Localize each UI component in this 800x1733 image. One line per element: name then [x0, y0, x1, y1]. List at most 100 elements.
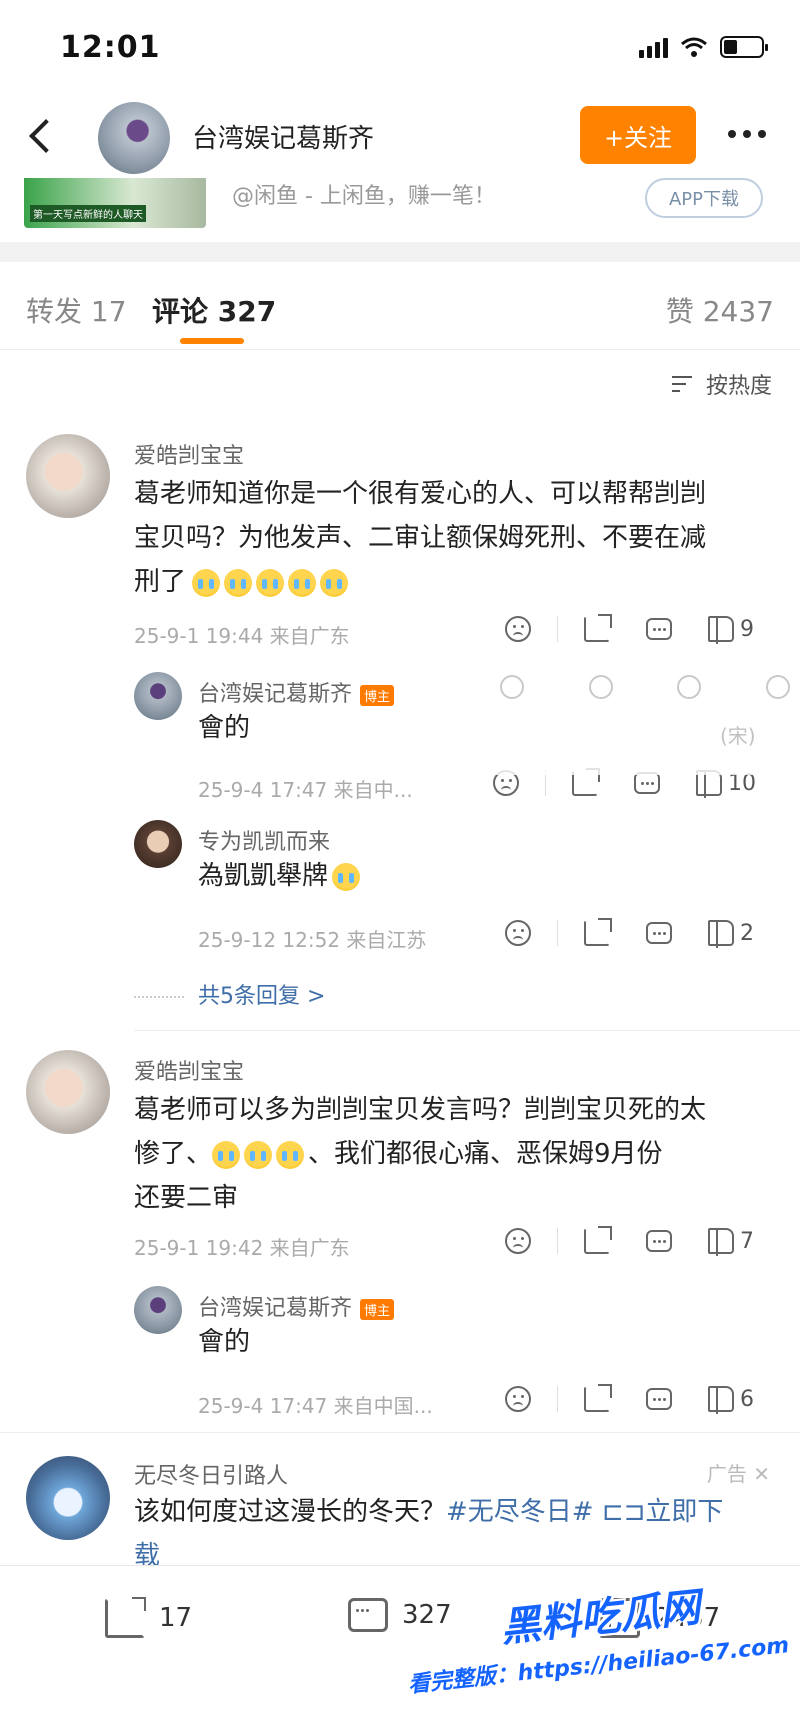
like-button[interactable]: 7: [708, 1228, 754, 1256]
wifi-icon: [681, 37, 707, 57]
ad-comment-item[interactable]: 无尽冬日引路人 广告 ✕ 该如何度过这漫长的冬天？#无尽冬日# ⊏⊐立即下 载: [0, 1450, 800, 1571]
profile-header: 台湾娱记葛斯齐 +关注: [0, 100, 800, 178]
crying-emoji-icon: [192, 568, 221, 597]
crying-emoji-icon: [288, 568, 317, 597]
comment-author[interactable]: 爱皓剀宝宝: [134, 1054, 244, 1086]
like-count: 7: [740, 1228, 754, 1254]
avatar[interactable]: [26, 1050, 110, 1134]
avatar[interactable]: [134, 1286, 182, 1334]
ad-author[interactable]: 无尽冬日引路人: [134, 1458, 288, 1490]
reply-button[interactable]: [646, 1230, 672, 1252]
avatar[interactable]: [26, 1456, 110, 1540]
bottom-like-button[interactable]: 2437: [600, 1598, 720, 1638]
dislike-button[interactable]: [505, 920, 531, 946]
share-button[interactable]: [584, 1226, 612, 1254]
sort-icon: [671, 374, 698, 394]
reply-text: 為凱凱舉牌: [198, 854, 364, 898]
share-icon: [105, 1597, 146, 1638]
ghost-text: (宋): [720, 724, 756, 748]
signal-icon: [639, 36, 668, 58]
reply-button[interactable]: [646, 1388, 672, 1410]
bottom-share-button[interactable]: 17: [105, 1597, 193, 1638]
reply-meta: 25-9-4 17:47 来自中国...: [198, 1394, 433, 1418]
avatar[interactable]: [26, 434, 110, 518]
thumbs-up-icon: [708, 616, 734, 644]
ad-banner[interactable]: 第一天写点新鲜的人聊天 @闲鱼 - 上闲鱼，赚一笔！ APP下载: [0, 178, 800, 242]
crying-emoji-icon: [276, 1140, 305, 1169]
reply-text: 會的: [198, 713, 251, 743]
like-count: 2: [740, 920, 754, 946]
reply-author[interactable]: 台湾娱记葛斯齐 博主: [198, 676, 395, 708]
comment-icon: [646, 1230, 672, 1252]
comment-text-line: 还要二审: [134, 1183, 239, 1213]
comment-text: 葛老师知道你是一个很有爱心的人、可以帮帮剀剀 宝贝吗？为他发声、二审让额保姆死刑…: [134, 472, 774, 604]
sad-face-icon: [505, 1386, 531, 1412]
comment-meta: 25-9-1 19:42 来自广东: [134, 1236, 350, 1260]
comment-text-line: 惨了、 、我们都很心痛、恶保姆9月份: [134, 1139, 663, 1169]
comment-actions: 9: [505, 614, 754, 644]
sad-face-icon: [505, 616, 531, 642]
share-count: 17: [159, 1603, 193, 1633]
sad-face-icon: [505, 1228, 531, 1254]
blogger-badge: 博主: [360, 684, 395, 706]
ghost-icons: [500, 675, 790, 699]
tab-comment[interactable]: 评论 327: [152, 290, 276, 330]
like-button[interactable]: 2: [708, 920, 754, 948]
ad-thumbnail-text: 第一天写点新鲜的人聊天: [30, 205, 146, 222]
comment-text-line: 葛老师知道你是一个很有爱心的人、可以帮帮剀剀: [134, 479, 707, 509]
share-button[interactable]: [584, 614, 612, 642]
share-button[interactable]: [584, 918, 612, 946]
tab-bar: 转发 17 评论 327 赞 2437: [0, 262, 800, 350]
tab-active-indicator: [180, 338, 244, 344]
status-icons: [639, 36, 768, 58]
reply-button[interactable]: [646, 618, 672, 640]
crying-emoji-icon: [320, 568, 349, 597]
reply-actions: 2: [505, 918, 754, 948]
profile-name[interactable]: 台湾娱记葛斯齐: [192, 118, 374, 155]
status-time: 12:01: [60, 30, 161, 65]
comment-icon: [646, 618, 672, 640]
comment-actions: 7: [505, 1226, 754, 1256]
reply-text: 會的: [198, 1327, 251, 1357]
more-options-icon[interactable]: [728, 130, 766, 138]
reply-meta: 25-9-4 17:47 来自中...: [198, 778, 413, 802]
reply-button[interactable]: [634, 772, 660, 794]
comment-author[interactable]: 爱皓剀宝宝: [134, 438, 244, 470]
comment-text: 葛老师可以多为剀剀宝贝发言吗？剀剀宝贝死的太 惨了、 、我们都很心痛、恶保姆9月份…: [134, 1088, 774, 1220]
reply-actions: 6: [505, 1384, 754, 1414]
follow-button[interactable]: +关注: [580, 106, 696, 164]
ad-tagline: @闲鱼 - 上闲鱼，赚一笔！: [232, 184, 496, 209]
ad-thumbnail[interactable]: 第一天写点新鲜的人聊天: [24, 178, 206, 228]
ad-label[interactable]: 广告 ✕: [707, 1458, 770, 1487]
view-more-replies-link[interactable]: 共5条回复 >: [134, 978, 325, 1010]
crying-emoji-icon: [256, 568, 285, 597]
dislike-button[interactable]: [505, 616, 531, 642]
tab-repost[interactable]: 转发 17: [26, 290, 127, 330]
comment-divider: [134, 1030, 800, 1031]
like-button[interactable]: 6: [708, 1386, 754, 1414]
bottom-comment-button[interactable]: 327: [348, 1598, 452, 1632]
bottom-action-bar: 17 327 2437: [0, 1565, 800, 1733]
comment-meta: 25-9-1 19:44 来自广东: [134, 624, 350, 648]
comment-icon: [646, 1388, 672, 1410]
comment-count: 327: [402, 1600, 452, 1630]
back-arrow-icon[interactable]: [22, 114, 62, 158]
thumbs-up-icon: [600, 1598, 640, 1638]
dislike-button[interactable]: [505, 1386, 531, 1412]
ad-download-link[interactable]: #无尽冬日# ⊏⊐立即下: [446, 1497, 723, 1527]
reply-author[interactable]: 台湾娱记葛斯齐 博主: [198, 1290, 395, 1322]
reply-button[interactable]: [646, 922, 672, 944]
avatar[interactable]: [98, 102, 170, 174]
share-icon: [584, 1384, 612, 1412]
avatar[interactable]: [134, 820, 182, 868]
section-divider: [0, 242, 800, 262]
like-button[interactable]: 9: [708, 616, 754, 644]
app-download-button[interactable]: APP下载: [645, 178, 763, 218]
share-button[interactable]: [584, 1384, 612, 1412]
comment-icon: [348, 1598, 388, 1632]
tab-likes[interactable]: 赞 2437: [666, 290, 774, 330]
sort-by-hot[interactable]: 按热度: [671, 368, 772, 400]
reply-author[interactable]: 专为凯凯而来: [198, 824, 330, 856]
dislike-button[interactable]: [505, 1228, 531, 1254]
avatar[interactable]: [134, 672, 182, 720]
